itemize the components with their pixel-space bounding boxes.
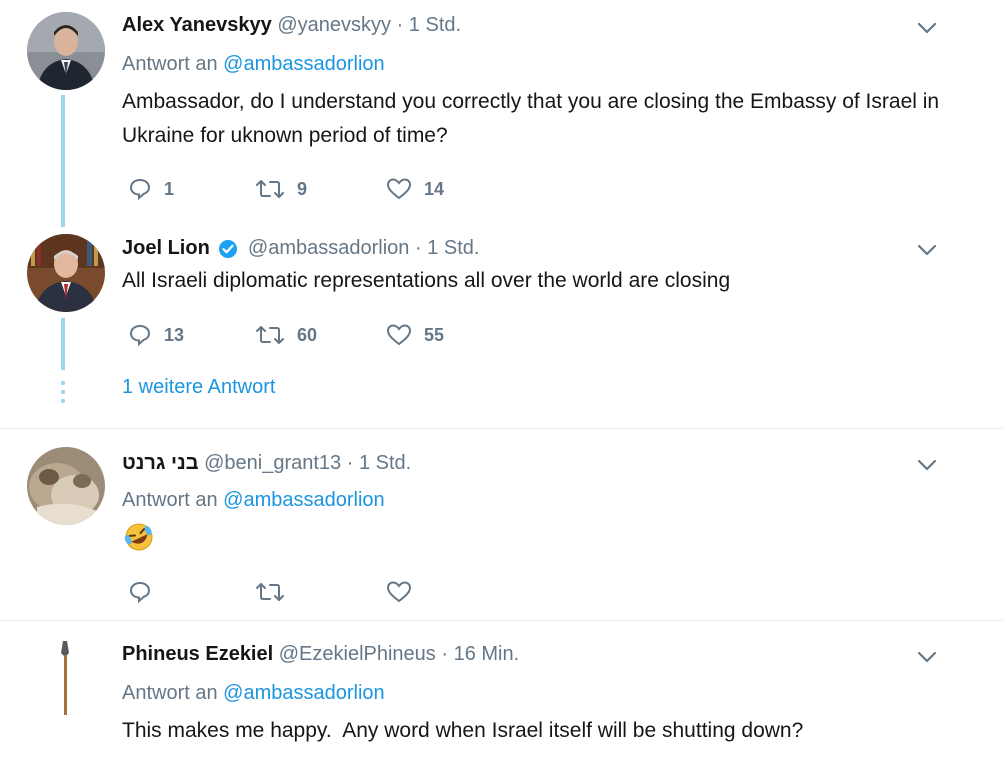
avatar[interactable]: [27, 639, 105, 717]
retweet-icon: [256, 583, 284, 601]
chevron-down-icon[interactable]: [915, 453, 939, 477]
tweet-text: Ambassador, do I understand you correctl…: [122, 90, 940, 147]
reply-to-line: Antwort an @ambassadorlion: [122, 487, 385, 513]
reply-count: 1: [164, 178, 175, 199]
tweet[interactable]: בני גרנט @beni_grant13 · 1 Std. Antwort …: [0, 429, 1003, 619]
tweet[interactable]: Phineus Ezekiel @EzekielPhineus · 16 Min…: [0, 621, 1003, 769]
timestamp[interactable]: 1 Std.: [427, 237, 479, 259]
separator-dot: ·: [414, 237, 422, 259]
user-handle[interactable]: @EzekielPhineus: [279, 643, 436, 665]
retweet-count: 9: [297, 178, 308, 199]
like-button[interactable]: 14: [386, 174, 444, 204]
reply-to-label: Antwort an: [122, 682, 218, 704]
tweet-text-value: 🤣: [122, 521, 123, 522]
timestamp[interactable]: 1 Std.: [409, 14, 461, 36]
rolling-laughing-emoji-icon: [124, 523, 153, 551]
timestamp[interactable]: 1 Std.: [359, 452, 411, 474]
like-button[interactable]: [386, 577, 424, 607]
reply-icon: [129, 178, 151, 201]
reply-button[interactable]: 13: [128, 320, 184, 350]
like-button[interactable]: 55: [386, 320, 444, 350]
reply-to-handle-link[interactable]: @ambassadorlion: [223, 682, 385, 704]
display-name[interactable]: Joel Lion: [122, 237, 210, 259]
chevron-down-icon[interactable]: [915, 645, 939, 669]
user-handle[interactable]: @yanevskyy: [277, 14, 391, 36]
tweet[interactable]: Joel Lion @ambassadorlion · 1 Std. All I…: [0, 230, 1003, 430]
retweet-icon: [256, 326, 284, 344]
reply-to-label: Antwort an: [122, 489, 218, 511]
retweet-button[interactable]: 60: [255, 320, 317, 350]
avatar[interactable]: [27, 234, 105, 312]
display-name[interactable]: Alex Yanevskyy: [122, 14, 272, 36]
reply-to-label: Antwort an: [122, 53, 218, 75]
reply-button[interactable]: [128, 577, 164, 607]
reply-count: 13: [164, 324, 185, 345]
heart-icon: [386, 581, 412, 603]
more-replies-link[interactable]: 1 weitere Antwort: [122, 376, 275, 399]
tweet-text: This makes me happy. Any word when Israe…: [122, 719, 804, 742]
like-count: 14: [424, 178, 445, 199]
reply-icon: [129, 324, 151, 347]
separator-dot: ·: [346, 452, 354, 474]
chevron-down-icon[interactable]: [915, 238, 939, 262]
verified-badge-icon: [219, 239, 238, 258]
user-handle[interactable]: @beni_grant13: [204, 452, 341, 474]
reply-to-handle-link[interactable]: @ambassadorlion: [223, 489, 385, 511]
reply-icon: [129, 581, 151, 604]
timestamp[interactable]: 16 Min.: [454, 643, 520, 665]
display-name[interactable]: בני גרנט: [122, 452, 199, 474]
chevron-down-icon[interactable]: [915, 16, 939, 40]
tweet-text: 🤣: [122, 521, 162, 555]
retweet-icon: [256, 180, 284, 198]
reply-button[interactable]: 1: [128, 174, 174, 204]
tweet-text: All Israeli diplomatic representations a…: [122, 269, 731, 292]
tweet-header: בני גרנט @beni_grant13 · 1 Std.: [122, 450, 411, 476]
separator-dot: ·: [396, 14, 404, 36]
tweet-header: Joel Lion @ambassadorlion · 1 Std.: [122, 235, 479, 261]
retweet-count: 60: [297, 324, 318, 345]
reply-to-line: Antwort an @ambassadorlion: [122, 680, 385, 706]
retweet-button[interactable]: [255, 577, 297, 607]
like-count: 55: [424, 324, 445, 345]
separator-dot: ·: [441, 643, 449, 665]
tweet-header: Alex Yanevskyy @yanevskyy · 1 Std.: [122, 12, 461, 38]
reply-to-line: Antwort an @ambassadorlion: [122, 51, 385, 77]
reply-to-handle-link[interactable]: @ambassadorlion: [223, 53, 385, 75]
user-handle[interactable]: @ambassadorlion: [248, 237, 410, 259]
avatar[interactable]: [27, 447, 105, 525]
tweet-header: Phineus Ezekiel @EzekielPhineus · 16 Min…: [122, 641, 519, 667]
avatar[interactable]: [27, 12, 105, 90]
heart-icon: [386, 178, 412, 200]
tweet[interactable]: Alex Yanevskyy @yanevskyy · 1 Std. Antwo…: [0, 0, 1003, 230]
display-name[interactable]: Phineus Ezekiel: [122, 643, 273, 665]
retweet-button[interactable]: 9: [255, 174, 307, 204]
heart-icon: [386, 324, 412, 346]
